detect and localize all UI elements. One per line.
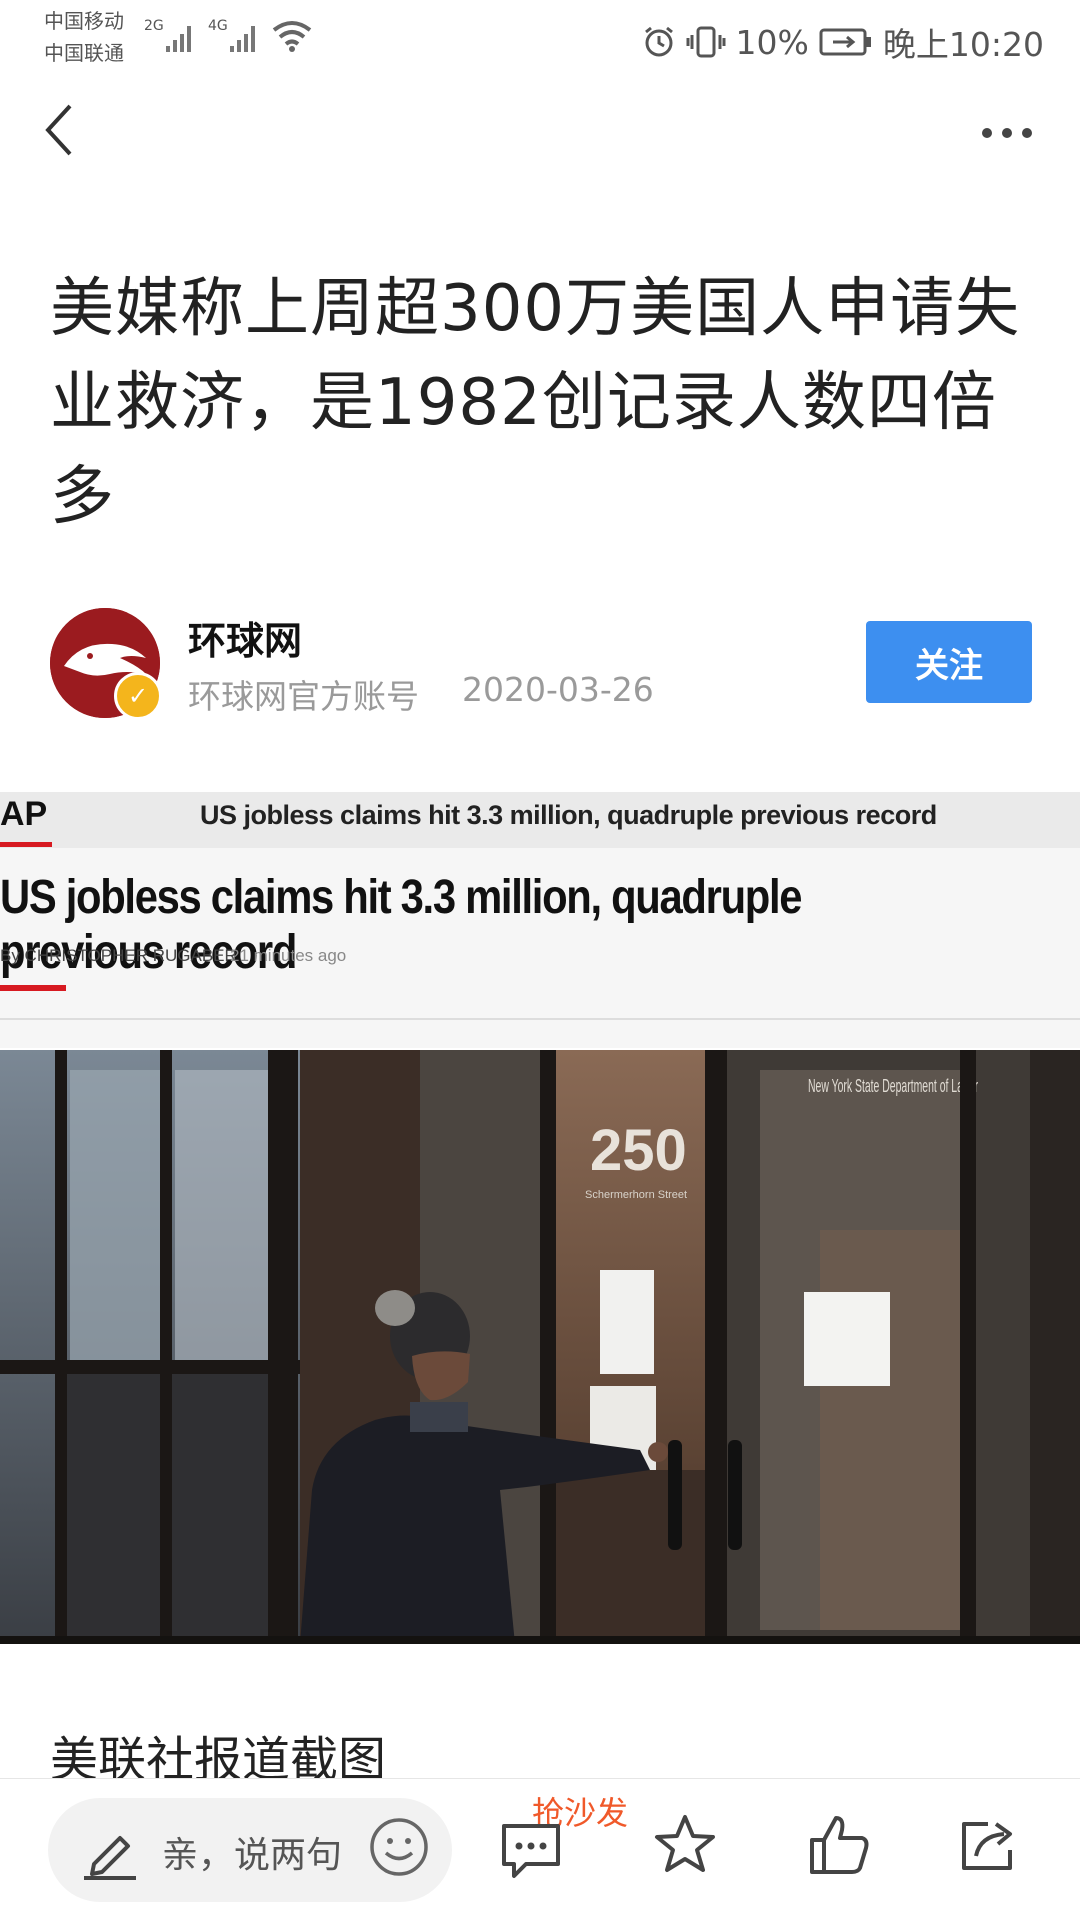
signal-bars-2-icon [230,22,255,52]
wifi-icon [272,21,312,52]
building-number: 250 [590,1118,687,1183]
back-chevron-left-icon[interactable] [40,100,80,160]
pen-icon [84,1836,136,1880]
ap-header-text: US jobless claims hit 3.3 million, quadr… [200,800,937,830]
signal-bars-1-icon [166,22,191,52]
status-bar: 中国移动 中国联通 2G 4G 10% 晚上10:20 [0,0,1080,80]
network-type-1: 2G [144,18,164,34]
news-photo[interactable]: 250 Schermerhorn Street New York State D… [0,1050,1080,1644]
comment-placeholder: 亲，说两句 [162,1835,343,1876]
carrier-1: 中国移动 [44,9,124,33]
ap-time-ago: 21 minutes ago [230,946,347,965]
thumbs-up-icon[interactable] [806,1812,872,1878]
vibrate-icon [686,26,726,58]
ap-divider [0,1018,1080,1020]
status-right: 10% 晚上10:20 [642,18,1044,66]
verified-badge-icon: ✓ [114,672,162,720]
star-icon[interactable] [652,1812,718,1878]
article-title: 美媒称上周超300万美国人申请失业救济，是1982创记录人数四倍多 [50,272,1021,534]
battery-percent: 10% [735,22,809,62]
building-street: Schermerhorn Street [585,1189,687,1201]
share-icon[interactable] [958,1816,1020,1874]
ap-byline: By CHRISTOPHER RUGABER [0,946,237,965]
smile-icon[interactable] [368,1816,430,1878]
ap-red-rule [0,985,66,991]
dept-labor-sign: New York State Department of Labor [808,1076,978,1096]
publish-date: 2020-03-26 [462,670,654,709]
author-description: 环球网官方账号 [188,677,419,716]
comment-icon[interactable] [498,1820,564,1882]
carrier-2: 中国联通 [44,41,124,65]
alarm-icon [644,26,673,57]
battery-icon [819,28,871,56]
author-name[interactable]: 环球网 [188,610,302,665]
more-dots-icon[interactable] [982,128,1032,138]
ap-logo-underline [0,842,52,847]
clock: 晚上10:20 [882,25,1044,64]
ap-logo: AP [0,795,48,833]
network-type-2: 4G [208,18,228,34]
follow-button[interactable]: 关注 [866,621,1032,703]
